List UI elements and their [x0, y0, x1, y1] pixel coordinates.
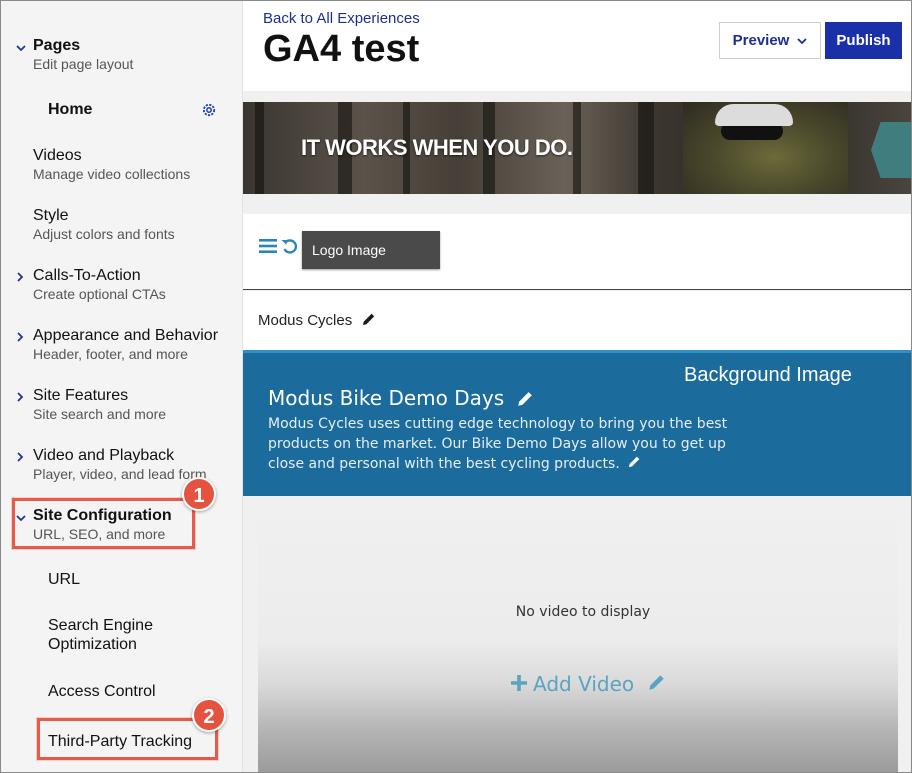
page-title: GA4 test — [263, 28, 420, 70]
sidebar-item-style[interactable]: Style Adjust colors and fonts — [1, 207, 243, 247]
sidebar-item-site-features[interactable]: Site Features Site search and more — [1, 387, 243, 427]
editor-header: Back to All Experiences GA4 test Preview… — [243, 1, 911, 91]
sidebar-item-subtitle: Create optional CTAs — [33, 286, 166, 302]
chevron-right-icon — [16, 392, 26, 402]
callout-box-third-party-tracking — [37, 718, 218, 760]
sidebar-item-seo[interactable]: Search Engine Optimization — [48, 616, 198, 654]
promo-title[interactable]: Modus Bike Demo Days — [268, 386, 534, 412]
site-header-preview: Logo Image — [243, 214, 911, 290]
sidebar-item-subtitle: Edit page layout — [33, 56, 134, 72]
sidebar-item-title: Videos — [33, 147, 82, 164]
sidebar-item-url[interactable]: URL — [48, 570, 80, 589]
promo-title-text: Modus Bike Demo Days — [268, 386, 505, 410]
site-name-row: Modus Cycles — [243, 291, 911, 350]
callout-badge-1: 1 — [182, 477, 216, 511]
chevron-right-icon — [16, 332, 26, 342]
sidebar-item-subtitle: Player, video, and lead form — [33, 466, 207, 482]
editor-main: Back to All Experiences GA4 test Preview… — [243, 1, 911, 772]
tree-trunk — [573, 102, 581, 194]
sidebar-item-title: Pages — [33, 37, 81, 54]
sidebar-item-subtitle: Manage video collections — [33, 166, 191, 182]
sidebar-item-title: Calls-To-Action — [33, 267, 141, 284]
pencil-icon[interactable] — [628, 454, 641, 474]
pencil-icon[interactable] — [648, 672, 666, 696]
tree-trunk — [638, 102, 654, 194]
sidebar-item-calls-to-action[interactable]: Calls-To-Action Create optional CTAs — [1, 267, 243, 307]
chevron-right-icon — [16, 272, 26, 282]
brand-logo-shape — [871, 122, 911, 178]
sidebar-item-subtitle: Adjust colors and fonts — [33, 226, 175, 242]
back-link[interactable]: Back to All Experiences — [263, 10, 420, 27]
preview-button[interactable]: Preview — [719, 22, 821, 59]
promo-description[interactable]: Modus Cycles uses cutting edge technolog… — [268, 414, 758, 474]
undo-icon[interactable] — [281, 238, 299, 260]
callout-box-site-configuration — [12, 498, 195, 549]
sidebar-item-access-control[interactable]: Access Control — [48, 682, 156, 701]
pencil-icon[interactable] — [362, 312, 376, 330]
sidebar-item-subtitle: Header, footer, and more — [33, 346, 188, 362]
sidebar-item-title: Site Features — [33, 387, 129, 404]
callout-badge-2: 2 — [192, 698, 226, 732]
logo-image-placeholder[interactable]: Logo Image — [302, 231, 440, 269]
tree-trunk — [255, 102, 264, 194]
promo-description-text: Modus Cycles uses cutting edge technolog… — [268, 416, 728, 472]
plus-icon — [511, 672, 527, 696]
pencil-icon[interactable] — [517, 388, 534, 412]
background-image-label[interactable]: Background Image — [684, 364, 852, 387]
no-video-text: No video to display — [515, 604, 651, 620]
sidebar-item-title: Appearance and Behavior — [33, 327, 219, 344]
sidebar-item-pages[interactable]: Pages Edit page layout — [1, 37, 243, 77]
menu-icon[interactable] — [259, 238, 277, 259]
sidebar-item-label: Home — [48, 101, 93, 118]
add-video-label: Add Video — [533, 672, 635, 696]
hero-banner[interactable]: IT WORKS WHEN YOU DO. — [243, 102, 911, 194]
sidebar-item-appearance[interactable]: Appearance and Behavior Header, footer, … — [1, 327, 243, 367]
hero-text: IT WORKS WHEN YOU DO. — [301, 135, 573, 160]
publish-button[interactable]: Publish — [825, 22, 902, 59]
add-video-button[interactable]: Add Video — [511, 672, 666, 696]
video-placeholder: No video to display Add Video — [258, 496, 898, 772]
gear-icon[interactable] — [201, 102, 217, 118]
preview-label: Preview — [732, 32, 790, 49]
chevron-down-icon — [797, 32, 807, 49]
helmet-shape — [715, 104, 793, 126]
promo-section[interactable]: Background Image Modus Bike Demo Days Mo… — [243, 350, 911, 496]
sidebar-item-videos[interactable]: Videos Manage video collections — [1, 147, 243, 187]
site-name[interactable]: Modus Cycles — [258, 312, 376, 330]
sidebar: Pages Edit page layout Home Videos Manag… — [1, 1, 243, 772]
app-frame: Pages Edit page layout Home Videos Manag… — [0, 0, 912, 773]
sidebar-item-subtitle: Site search and more — [33, 406, 167, 422]
chevron-down-icon — [16, 44, 26, 54]
sidebar-item-title: Style — [33, 207, 69, 224]
chevron-right-icon — [16, 452, 26, 462]
site-name-text: Modus Cycles — [258, 312, 353, 329]
sidebar-item-title: Video and Playback — [33, 447, 175, 464]
